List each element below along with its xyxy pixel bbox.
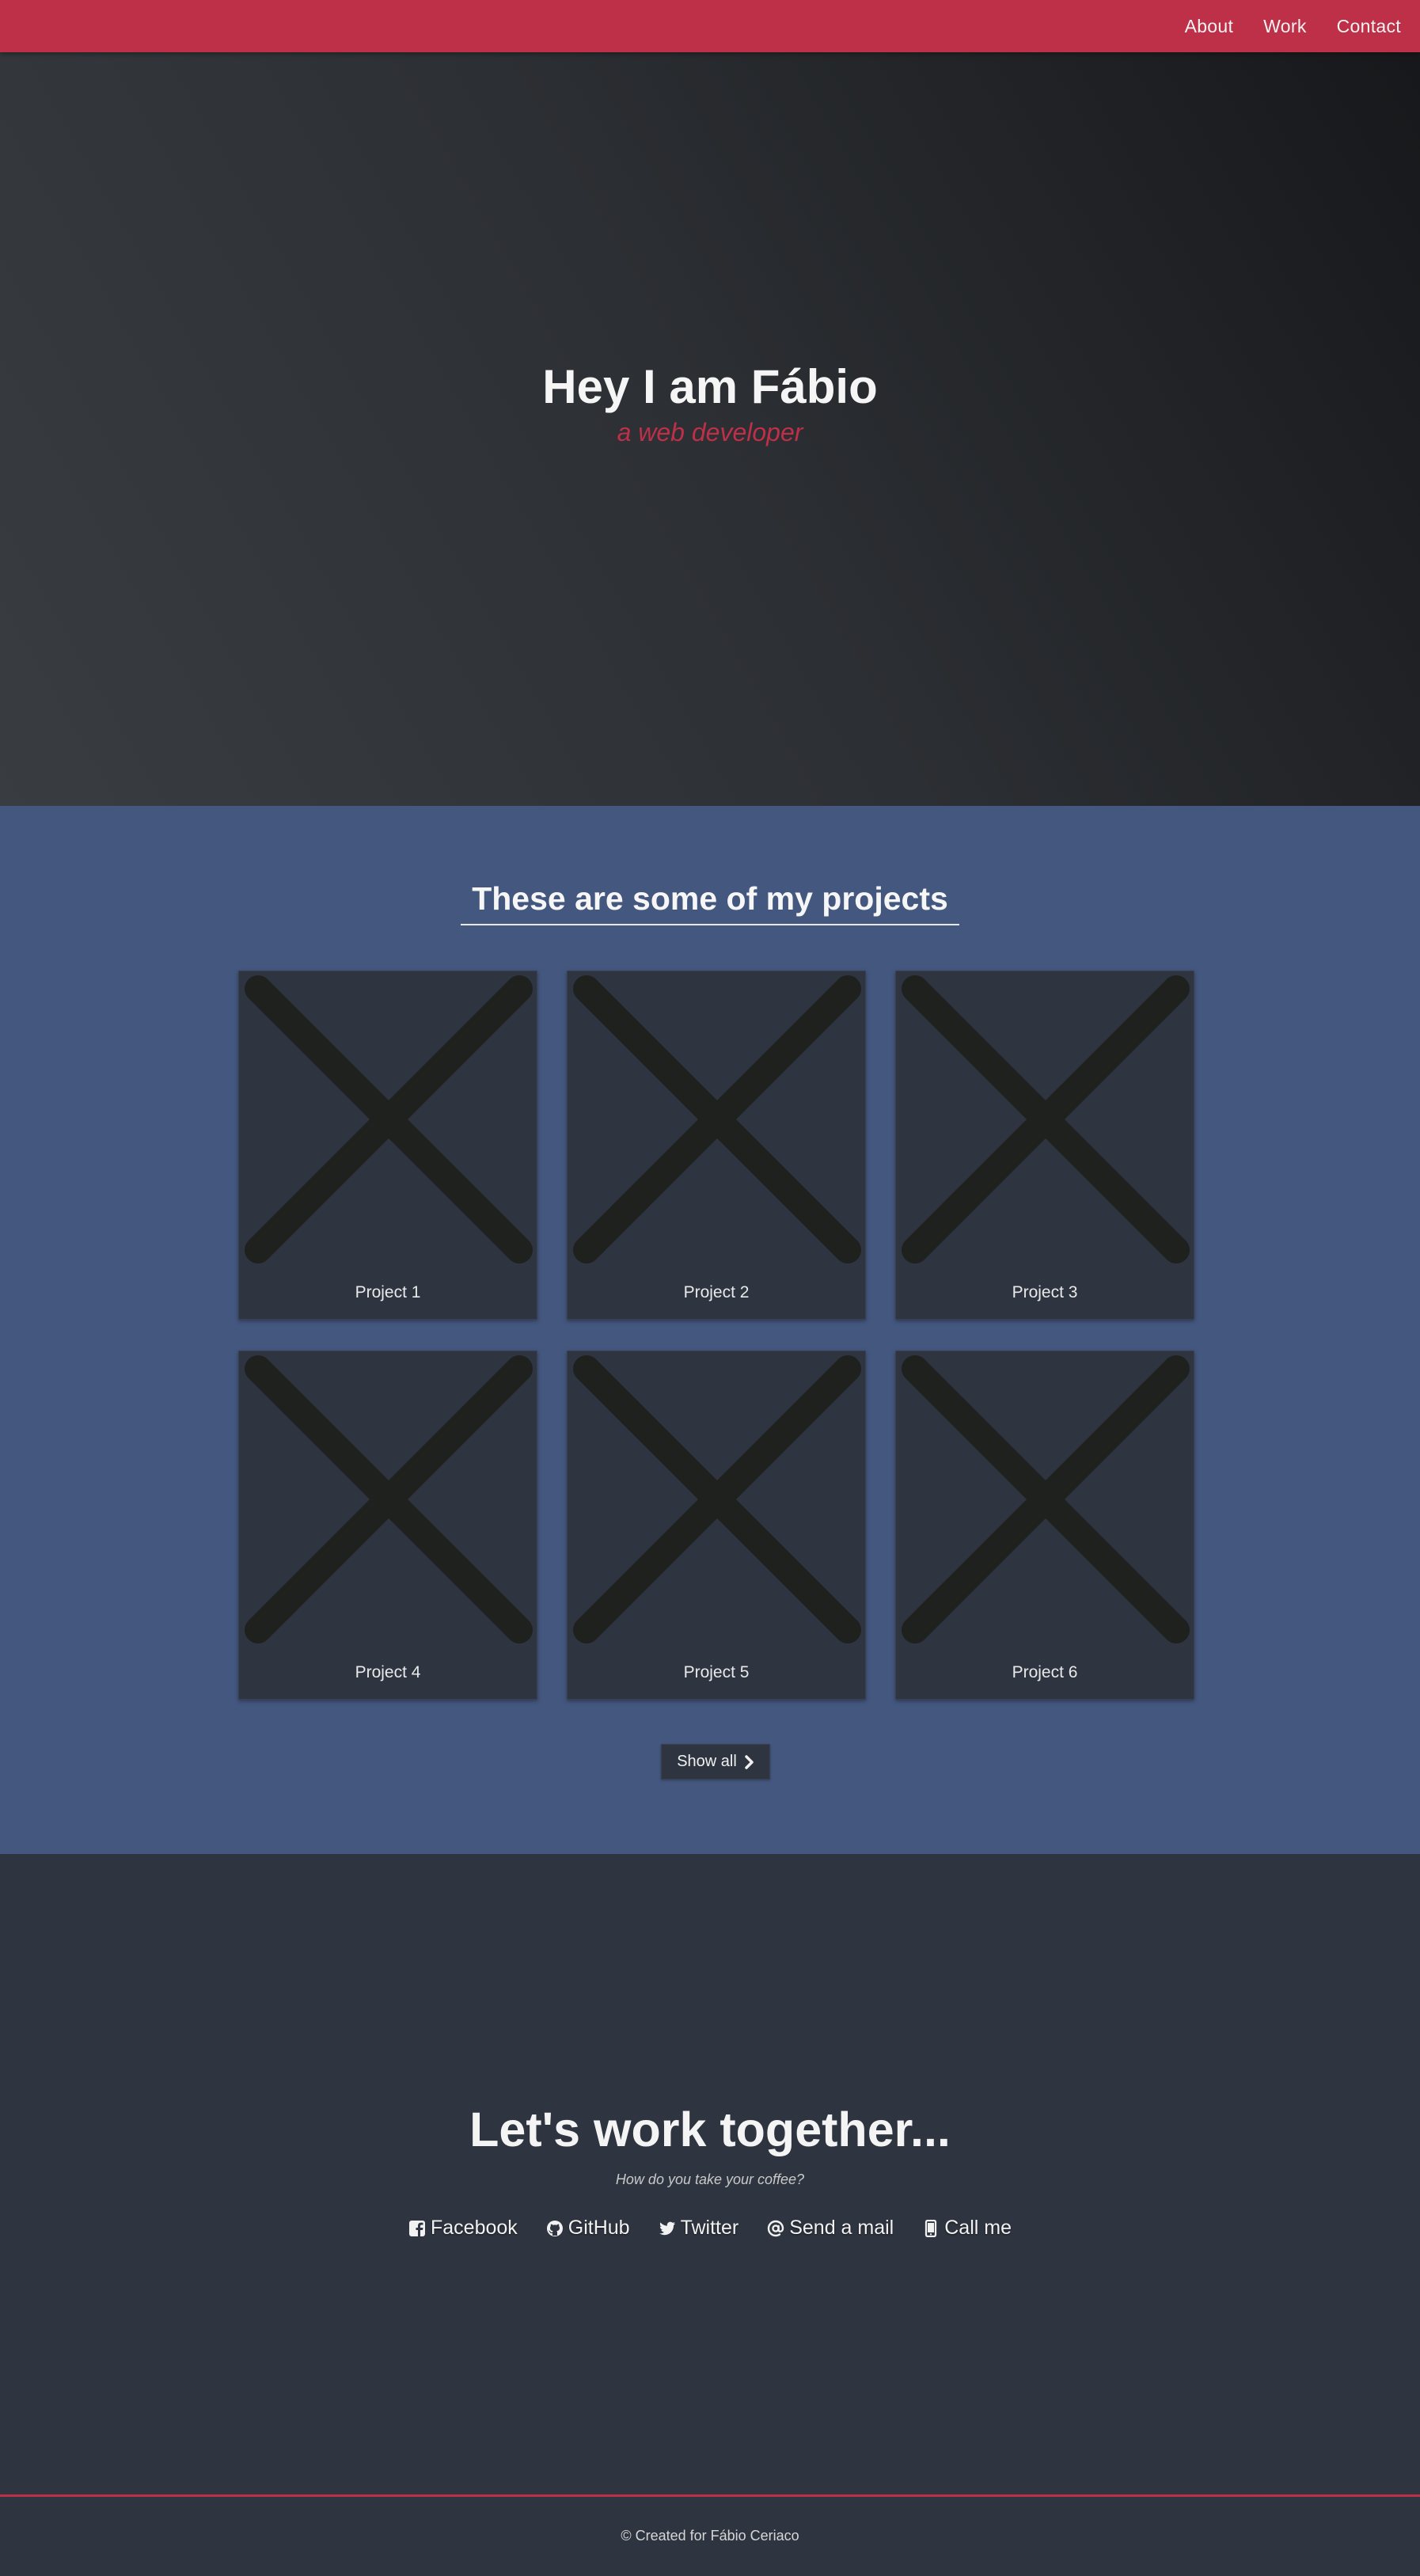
phone-label: Call me — [944, 2217, 1012, 2239]
twitter-label: Twitter — [680, 2217, 739, 2239]
broken-image-icon — [573, 1355, 861, 1643]
facebook-link[interactable]: Facebook — [408, 2217, 518, 2240]
project-card-1[interactable]: Project 1 — [238, 971, 537, 1320]
project-label: Project 5 — [683, 1663, 750, 1681]
show-all-button[interactable]: Show all — [661, 1744, 770, 1780]
twitter-link[interactable]: Twitter — [659, 2217, 739, 2240]
project-label: Project 6 — [1012, 1663, 1078, 1681]
github-link[interactable]: GitHub — [546, 2217, 630, 2240]
facebook-label: Facebook — [430, 2217, 518, 2239]
nav-link-contact[interactable]: Contact — [1337, 16, 1401, 37]
contact-title: Let's work together... — [469, 2103, 951, 2156]
nav-link-about[interactable]: About — [1185, 16, 1234, 37]
project-card-2[interactable]: Project 2 — [567, 971, 866, 1320]
project-label: Project 4 — [355, 1663, 421, 1681]
phone-link[interactable]: Call me — [922, 2217, 1012, 2240]
phone-icon — [925, 2219, 937, 2237]
project-card-6[interactable]: Project 6 — [895, 1351, 1194, 1700]
show-all-label: Show all — [677, 1753, 737, 1770]
contact-subtitle: How do you take your coffee? — [615, 2171, 805, 2187]
broken-image-icon — [902, 1355, 1190, 1643]
footer-credit: © Created for Fábio Ceriaco — [621, 2528, 799, 2544]
at-icon — [768, 2220, 784, 2236]
email-label: Send a mail — [789, 2217, 894, 2239]
project-card-4[interactable]: Project 4 — [238, 1351, 537, 1700]
twitter-icon — [659, 2221, 675, 2235]
hero-title: Hey I am Fábio — [542, 360, 878, 413]
email-link[interactable]: Send a mail — [767, 2217, 894, 2240]
broken-image-icon — [245, 1355, 533, 1643]
nav-links: About Work Contact — [1185, 0, 1401, 52]
project-label: Project 2 — [683, 1283, 750, 1301]
project-card-3[interactable]: Project 3 — [895, 971, 1194, 1320]
hero-subtitle: a web developer — [617, 418, 803, 446]
social-links: Facebook GitHub Twitter Send a mail Call… — [0, 2217, 1420, 2240]
hero-section: Hey I am Fábio a web developer — [0, 52, 1420, 806]
github-label: GitHub — [568, 2217, 630, 2239]
project-card-5[interactable]: Project 5 — [567, 1351, 866, 1700]
projects-grid: Project 1 Project 2 Project 3 Project 4 — [238, 971, 1194, 1700]
navbar: About Work Contact — [0, 0, 1420, 52]
projects-section: These are some of my projects Project 1 … — [0, 806, 1420, 1854]
github-icon — [546, 2220, 563, 2236]
broken-image-icon — [902, 975, 1190, 1263]
chevron-right-icon — [745, 1754, 754, 1769]
project-label: Project 1 — [355, 1283, 421, 1301]
facebook-icon — [408, 2220, 425, 2236]
contact-section: Let's work together... How do you take y… — [0, 1854, 1420, 2497]
footer: © Created for Fábio Ceriaco — [0, 2499, 1420, 2576]
broken-image-icon — [245, 975, 533, 1263]
broken-image-icon — [573, 975, 861, 1263]
nav-link-work[interactable]: Work — [1263, 16, 1306, 37]
project-label: Project 3 — [1012, 1283, 1078, 1301]
projects-heading: These are some of my projects — [461, 880, 959, 925]
